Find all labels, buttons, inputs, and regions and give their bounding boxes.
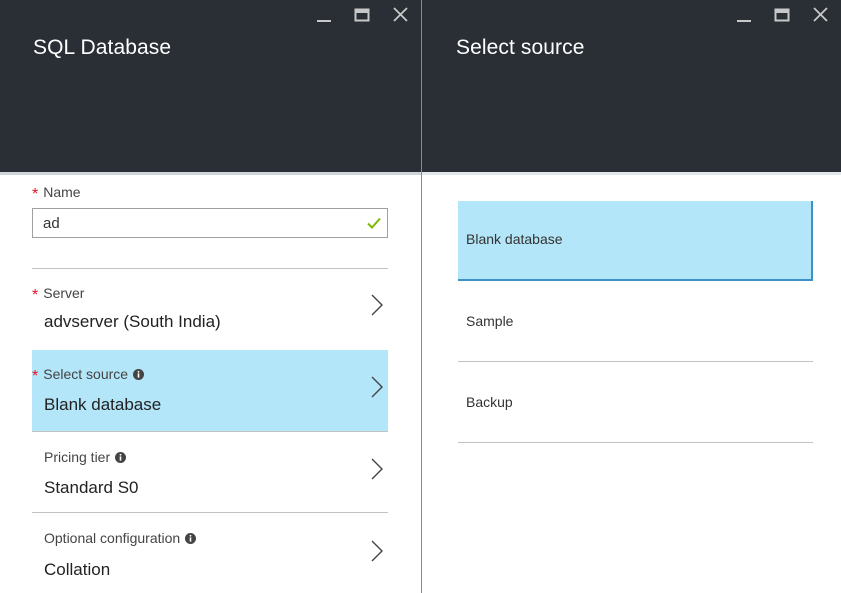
minimize-icon[interactable] [315,6,333,24]
pricing-tier-row[interactable]: Pricing tier Standard S0 [32,432,388,512]
server-value: advserver (South India) [44,312,221,331]
server-label: * Server [32,285,85,304]
name-input[interactable] [32,208,388,238]
option-label: Blank database [466,231,563,247]
select-source-row[interactable]: * Select source Blank database [32,350,388,431]
blade-title: SQL Database [33,36,172,59]
select-source-blade: Select source Blank database Sample Back… [422,0,841,593]
required-star: * [32,287,39,304]
blade-header: SQL Database [0,0,421,172]
maximize-icon[interactable] [353,6,371,24]
option-sample[interactable]: Sample [458,283,813,363]
select-source-label: * Select source [32,366,145,385]
header-accent [0,172,421,175]
optional-configuration-label: Optional configuration [44,530,197,546]
info-icon [185,533,197,544]
close-icon[interactable] [391,6,409,24]
chevron-right-icon [371,376,383,398]
option-label: Backup [466,394,513,410]
option-separator [458,361,813,362]
chevron-right-icon [371,540,383,562]
option-label: Sample [466,313,514,329]
window-controls [315,6,409,24]
info-icon [133,369,145,380]
optional-configuration-value: Collation [44,560,111,579]
chevron-right-icon [371,294,383,316]
pricing-tier-label: Pricing tier [44,449,127,465]
option-separator [458,442,813,443]
select-source-value: Blank database [44,395,162,414]
optional-configuration-row[interactable]: Optional configuration Collation [32,513,388,593]
close-icon[interactable] [811,6,829,24]
server-row[interactable]: * Server advserver (South India) [32,269,388,349]
minimize-icon[interactable] [735,6,753,24]
chevron-right-icon [371,458,383,480]
pricing-tier-label-text: Pricing tier [44,449,111,465]
blade-header: Select source [422,0,841,172]
header-accent [422,172,841,175]
server-label-text: Server [43,285,85,301]
optional-configuration-label-text: Optional configuration [44,530,181,546]
name-label-text: Name [43,184,81,200]
sql-database-blade: SQL Database *Name *Server advserver (So… [0,0,421,593]
select-source-label-text: Select source [43,366,129,382]
required-star: * [32,368,39,385]
info-icon [115,452,127,463]
option-blank-database[interactable]: Blank database [458,201,813,281]
blade-title: Select source [456,36,585,59]
required-star: * [32,186,39,203]
checkmark-icon [367,217,381,229]
name-field-label: * Name [32,184,81,203]
pricing-tier-value: Standard S0 [44,478,139,497]
option-backup[interactable]: Backup [458,364,813,444]
maximize-icon[interactable] [773,6,791,24]
window-controls [735,6,829,24]
